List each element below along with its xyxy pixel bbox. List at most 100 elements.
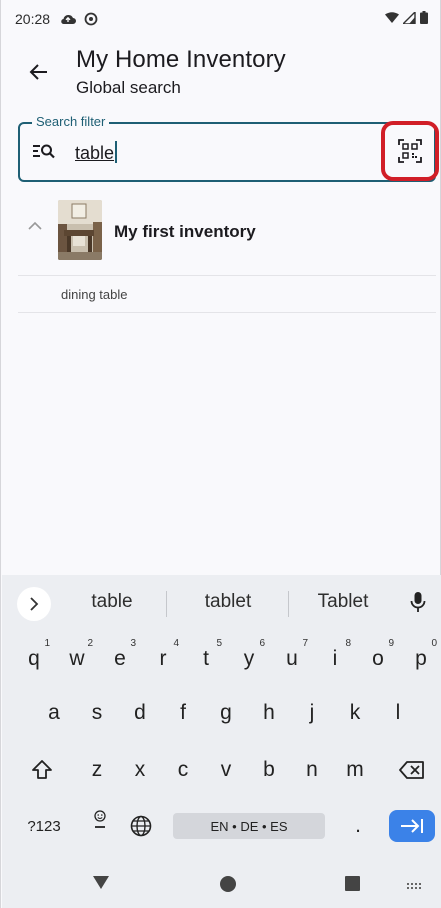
inventory-name: My first inventory (114, 222, 256, 241)
key-t[interactable]: t5 (186, 637, 226, 681)
qr-code-scan-icon (398, 139, 422, 163)
symbols-key[interactable]: ?123 (20, 804, 68, 848)
key-a[interactable]: a (34, 691, 74, 735)
key-label: g (220, 701, 232, 724)
key-l[interactable]: l (378, 691, 418, 735)
key-label: p (415, 647, 427, 670)
enter-key[interactable] (389, 810, 435, 842)
space-bar[interactable]: EN • DE • ES (173, 813, 325, 839)
key-label: d (134, 701, 146, 724)
inventory-group[interactable]: My first inventory (18, 198, 436, 268)
navigation-bar (2, 870, 441, 900)
key-q[interactable]: q1 (14, 637, 54, 681)
key-w[interactable]: w2 (57, 637, 97, 681)
key-label: w (69, 647, 85, 670)
scan-qr-button[interactable] (381, 121, 439, 181)
space-label: EN • DE • ES (210, 818, 288, 834)
key-r[interactable]: r4 (143, 637, 183, 681)
key-hint: 0 (431, 638, 437, 649)
keyboard-icon (407, 883, 421, 889)
emoji-icon (94, 810, 106, 828)
key-label: o (372, 647, 384, 670)
key-label: v (220, 758, 232, 781)
key-hint: 1 (44, 638, 50, 649)
nav-home-button[interactable] (220, 876, 236, 897)
cell-signal-icon (401, 10, 416, 27)
key-b[interactable]: b (249, 748, 289, 792)
key-f[interactable]: f (163, 691, 203, 735)
inventory-thumbnail (58, 200, 102, 260)
nav-back-button[interactable] (93, 876, 109, 894)
data-saver-icon (84, 12, 98, 26)
key-g[interactable]: g (206, 691, 246, 735)
key-label: . (355, 814, 361, 837)
key-e[interactable]: e3 (100, 637, 140, 681)
filter-search-icon (32, 142, 56, 165)
key-h[interactable]: h (249, 691, 289, 735)
search-input-value: table (75, 143, 115, 163)
key-label: f (180, 701, 186, 724)
globe-icon (130, 815, 152, 837)
key-label: j (309, 701, 315, 724)
key-label: l (395, 701, 401, 724)
chevron-up-icon[interactable] (28, 218, 42, 236)
key-label: z (91, 758, 103, 781)
keyboard-expand-button[interactable] (17, 587, 51, 621)
key-label: t (203, 647, 209, 670)
suggestion-2[interactable]: tablet (188, 591, 268, 613)
mic-icon[interactable] (410, 591, 426, 618)
key-label: x (134, 758, 146, 781)
key-hint: 7 (302, 638, 308, 649)
key-label: n (306, 758, 318, 781)
key-p[interactable]: p0 (401, 637, 441, 681)
keyboard-switch-button[interactable] (406, 879, 424, 897)
chevron-right-icon (30, 597, 39, 611)
page-title: My Home Inventory (76, 46, 286, 73)
suggestion-3[interactable]: Tablet (304, 591, 382, 613)
language-key[interactable] (121, 804, 161, 848)
emoji-key[interactable] (80, 804, 120, 848)
key-d[interactable]: d (120, 691, 160, 735)
divider (18, 312, 436, 313)
period-key[interactable]: . (338, 804, 378, 848)
key-label: q (28, 647, 40, 670)
suggestion-1[interactable]: table (74, 591, 150, 613)
key-c[interactable]: c (163, 748, 203, 792)
key-y[interactable]: y6 (229, 637, 269, 681)
key-hint: 5 (216, 638, 222, 649)
nav-recents-button[interactable] (345, 876, 360, 896)
text-cursor (115, 141, 118, 163)
key-o[interactable]: o9 (358, 637, 398, 681)
key-label: a (48, 701, 60, 724)
shift-key[interactable] (22, 748, 62, 792)
search-input[interactable]: table (75, 141, 118, 164)
search-filter-field[interactable]: Search filter table (18, 114, 436, 182)
key-u[interactable]: u7 (272, 637, 312, 681)
list-item[interactable]: dining table (18, 276, 436, 312)
key-i[interactable]: i8 (315, 637, 355, 681)
key-x[interactable]: x (120, 748, 160, 792)
key-hint: 4 (173, 638, 179, 649)
search-filter-label: Search filter (32, 114, 110, 129)
key-n[interactable]: n (292, 748, 332, 792)
key-m[interactable]: m (335, 748, 375, 792)
backspace-key[interactable] (392, 748, 432, 792)
key-label: r (159, 647, 167, 670)
suggestion-divider (288, 591, 289, 617)
key-j[interactable]: j (292, 691, 332, 735)
key-v[interactable]: v (206, 748, 246, 792)
key-k[interactable]: k (335, 691, 375, 735)
back-button[interactable] (23, 56, 55, 88)
tab-next-icon (401, 819, 423, 833)
key-hint: 8 (345, 638, 351, 649)
backspace-icon (399, 761, 424, 779)
suggestion-strip: table tablet Tablet (2, 581, 441, 625)
key-z[interactable]: z (77, 748, 117, 792)
key-label: c (177, 758, 189, 781)
shift-icon (32, 760, 52, 779)
triangle-down-icon (93, 876, 109, 889)
key-s[interactable]: s (77, 691, 117, 735)
battery-icon (420, 11, 428, 27)
suggestion-divider (166, 591, 167, 617)
page-subtitle: Global search (76, 78, 181, 97)
